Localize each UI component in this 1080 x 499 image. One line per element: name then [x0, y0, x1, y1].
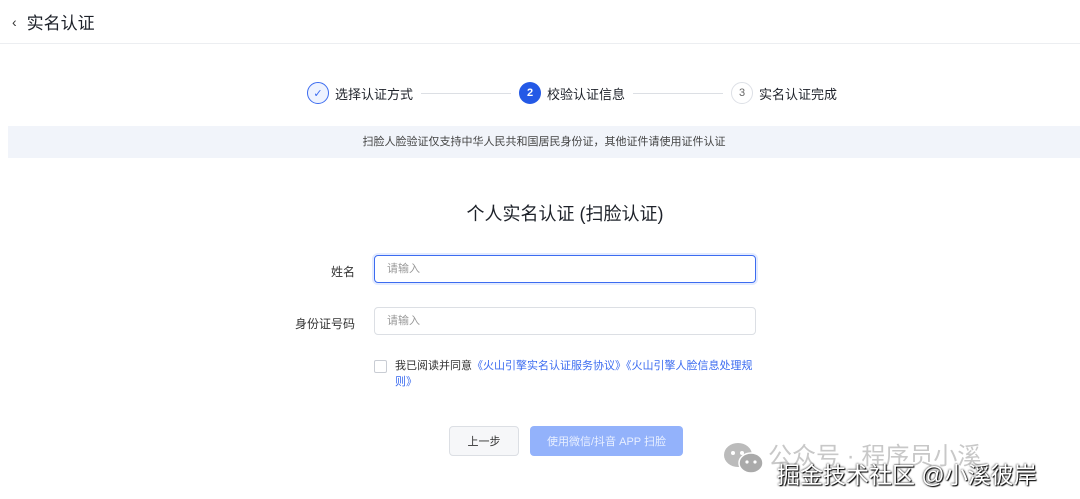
- page-title: 实名认证: [26, 14, 95, 33]
- agree-checkbox[interactable]: [374, 360, 387, 373]
- watermark-juejin: 掘金技术社区 @小溪彼岸: [777, 462, 1037, 488]
- name-label: 姓名: [330, 265, 355, 279]
- header: ‹ 实名认证: [0, 0, 1080, 44]
- agreement: 我已阅读并同意《火山引擎实名认证服务协议》《火山引擎人脸信息处理规则》: [374, 358, 765, 390]
- stepper: ✓ 选择认证方式 2 校验认证信息 3 实名认证完成: [307, 82, 837, 104]
- chevron-left-icon[interactable]: ‹: [12, 14, 17, 30]
- prev-step-button[interactable]: 上一步: [449, 426, 519, 456]
- id-number-input[interactable]: 请输入: [374, 307, 756, 335]
- id-label: 身份证号码: [294, 317, 355, 331]
- step-label: 实名认证完成: [759, 86, 838, 102]
- step-divider: [421, 92, 512, 94]
- step-number: 2: [519, 82, 542, 104]
- info-banner: 扫脸人脸验证仅支持中华人民共和国居民身份证，其他证件请使用证件认证: [8, 126, 1080, 158]
- scan-face-button[interactable]: 使用微信/抖音 APP 扫脸: [530, 426, 683, 456]
- form-title: 个人实名认证 (扫脸认证): [466, 204, 664, 224]
- service-agreement-link[interactable]: 《火山引擎实名认证服务协议》: [472, 360, 626, 372]
- step-label: 选择认证方式: [335, 86, 414, 102]
- wechat-icon: [724, 443, 764, 474]
- step-label: 校验认证信息: [547, 86, 626, 102]
- step-number: 3: [731, 82, 754, 104]
- check-icon: ✓: [307, 82, 329, 104]
- agree-text: 我已阅读并同意: [395, 360, 472, 372]
- step-divider: [633, 92, 724, 94]
- name-input[interactable]: 请输入: [374, 255, 756, 283]
